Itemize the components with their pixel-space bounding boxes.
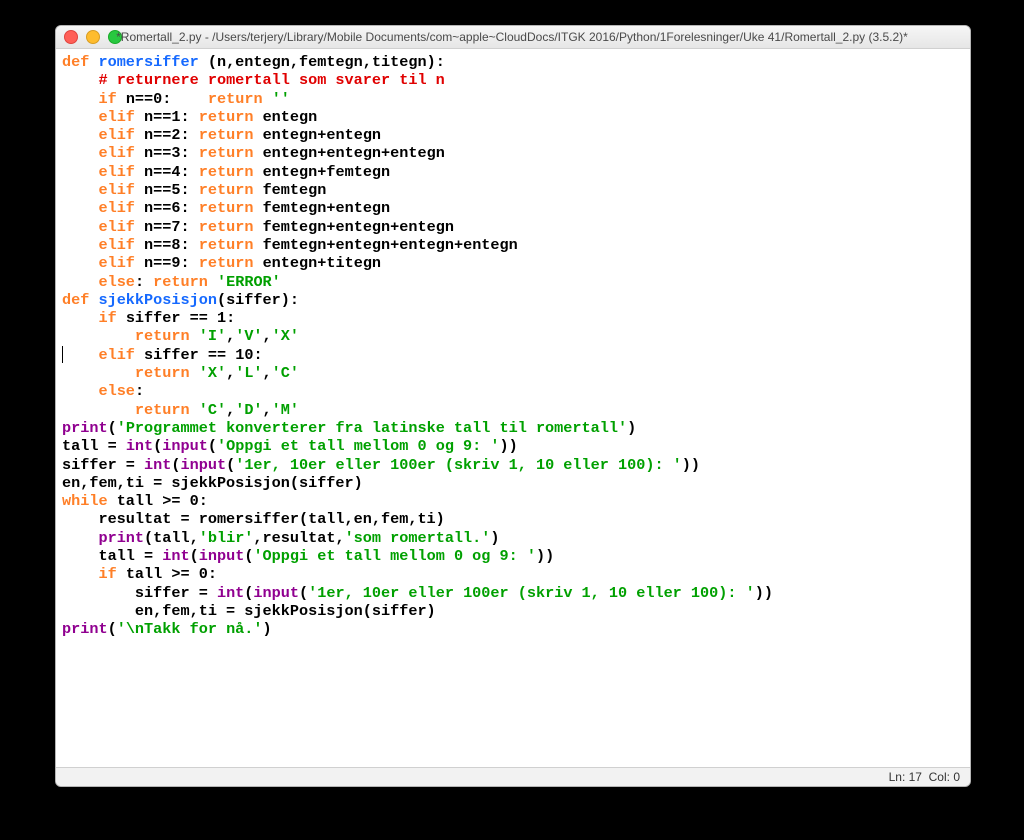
code-line[interactable]: else: [62,382,964,400]
status-column: Col: 0 [929,770,960,784]
code-line[interactable]: if n==0: return '' [62,90,964,108]
editor-window: *Romertall_2.py - /Users/terjery/Library… [55,25,971,787]
code-line[interactable]: tall = int(input('Oppgi et tall mellom 0… [62,547,964,565]
code-line[interactable]: if tall >= 0: [62,565,964,583]
status-line: Ln: 17 [889,770,922,784]
code-line[interactable]: # returnere romertall som svarer til n [62,71,964,89]
text-cursor [62,346,63,363]
code-line[interactable]: elif n==7: return femtegn+entegn+entegn [62,218,964,236]
code-line[interactable]: siffer = int(input('1er, 10er eller 100e… [62,584,964,602]
code-line[interactable]: else: return 'ERROR' [62,273,964,291]
code-line[interactable]: en,fem,ti = sjekkPosisjon(siffer) [62,602,964,620]
code-line[interactable]: elif n==5: return femtegn [62,181,964,199]
code-line[interactable]: def sjekkPosisjon(siffer): [62,291,964,309]
status-spacer [922,770,929,784]
code-line[interactable]: en,fem,ti = sjekkPosisjon(siffer) [62,474,964,492]
code-line[interactable]: elif n==9: return entegn+titegn [62,254,964,272]
window-title: *Romertall_2.py - /Users/terjery/Library… [62,30,962,44]
code-line[interactable]: siffer = int(input('1er, 10er eller 100e… [62,456,964,474]
code-line[interactable]: print('Programmet konverterer fra latins… [62,419,964,437]
code-line[interactable]: resultat = romersiffer(tall,en,fem,ti) [62,510,964,528]
code-line[interactable]: elif n==4: return entegn+femtegn [62,163,964,181]
code-line[interactable]: while tall >= 0: [62,492,964,510]
code-line[interactable]: if siffer == 1: [62,309,964,327]
code-line[interactable]: def romersiffer (n,entegn,femtegn,titegn… [62,53,964,71]
code-line[interactable]: print(tall,'blir',resultat,'som romertal… [62,529,964,547]
code-line[interactable]: elif n==2: return entegn+entegn [62,126,964,144]
code-line[interactable]: return 'X','L','C' [62,364,964,382]
code-line[interactable]: return 'I','V','X' [62,327,964,345]
code-line[interactable]: tall = int(input('Oppgi et tall mellom 0… [62,437,964,455]
code-line[interactable]: elif n==1: return entegn [62,108,964,126]
code-line[interactable]: print('\nTakk for nå.') [62,620,964,638]
code-line[interactable]: elif n==8: return femtegn+entegn+entegn+… [62,236,964,254]
code-line[interactable]: elif siffer == 10: [62,346,964,364]
code-editor[interactable]: def romersiffer (n,entegn,femtegn,titegn… [56,49,970,767]
title-bar[interactable]: *Romertall_2.py - /Users/terjery/Library… [56,26,970,49]
status-bar: Ln: 17 Col: 0 [56,767,970,786]
code-line[interactable]: elif n==6: return femtegn+entegn [62,199,964,217]
code-line[interactable]: return 'C','D','M' [62,401,964,419]
code-line[interactable]: elif n==3: return entegn+entegn+entegn [62,144,964,162]
